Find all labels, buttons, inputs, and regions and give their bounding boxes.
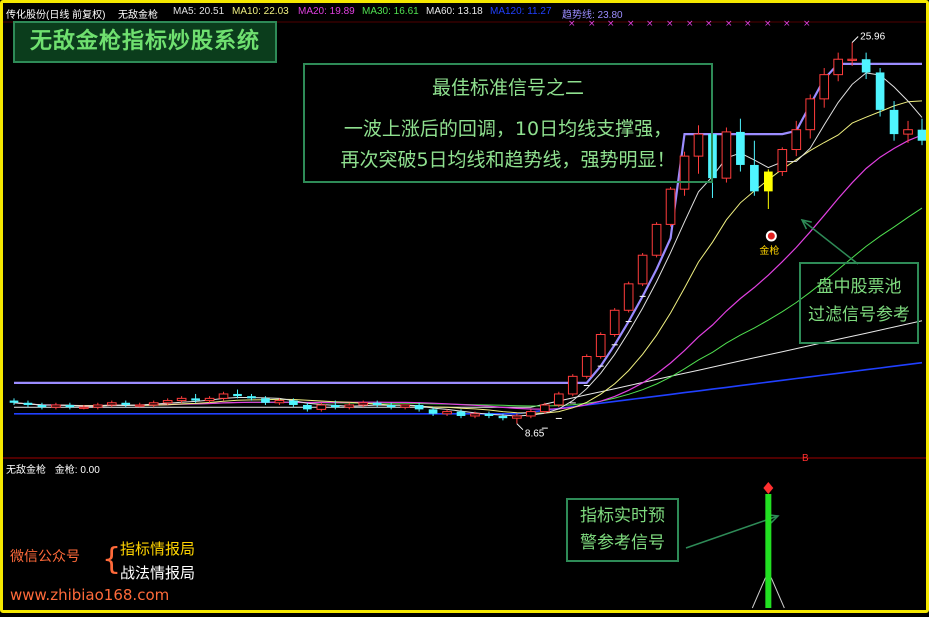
window-frame [0, 0, 929, 613]
